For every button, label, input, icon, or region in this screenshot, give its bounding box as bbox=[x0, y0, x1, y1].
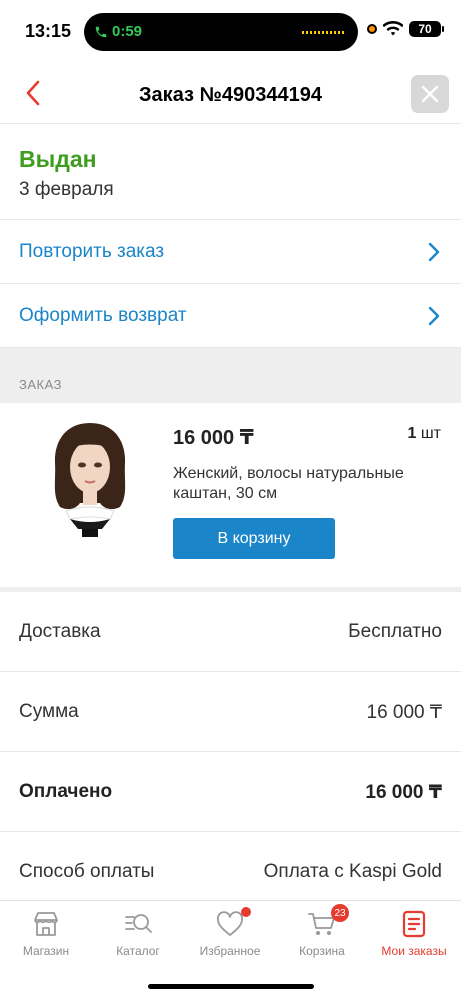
product-card: 16 000 ₸ 1 шт Женский, волосы натуральны… bbox=[0, 403, 461, 587]
quantity-unit: шт bbox=[420, 425, 441, 442]
wifi-icon bbox=[383, 21, 403, 37]
status-date: 3 февраля bbox=[19, 179, 114, 200]
product-image[interactable] bbox=[40, 419, 140, 539]
repeat-order-row[interactable]: Повторить заказ bbox=[0, 220, 461, 284]
cart-badge-count: 23 bbox=[331, 904, 349, 922]
sum-row: Сумма 16 000 ₸ bbox=[0, 672, 461, 752]
paid-row: Оплачено 16 000 ₸ bbox=[0, 752, 461, 832]
quantity-number: 1 bbox=[407, 425, 417, 442]
nav-item-catalog[interactable]: Каталог bbox=[92, 909, 184, 969]
chevron-right-icon bbox=[428, 242, 440, 262]
call-timer: 0:59 bbox=[112, 23, 143, 40]
paid-label: Оплачено bbox=[19, 781, 113, 802]
chevron-right-icon bbox=[428, 306, 440, 326]
phone-icon bbox=[95, 26, 107, 37]
status-time: 13:15 bbox=[25, 21, 72, 41]
nav-label-cart: Корзина bbox=[299, 944, 345, 958]
nav-item-store[interactable]: Магазин bbox=[0, 909, 92, 969]
section-title: ЗАКАЗ bbox=[19, 377, 62, 392]
add-to-cart-button[interactable]: В корзину bbox=[173, 518, 335, 559]
header: Заказ №490344194 bbox=[0, 62, 461, 124]
bottom-nav: Магазин Каталог Избранное 23 Корзина Мои… bbox=[0, 900, 461, 999]
payment-method-value: Оплата с Kaspi Gold bbox=[263, 861, 442, 882]
nav-item-favorites[interactable]: Избранное bbox=[184, 907, 276, 969]
battery-icon: 70 bbox=[409, 21, 444, 37]
close-icon bbox=[421, 85, 439, 103]
nav-label-catalog: Каталог bbox=[116, 944, 160, 958]
home-indicator[interactable] bbox=[148, 984, 314, 989]
delivery-row: Доставка Бесплатно bbox=[0, 592, 461, 672]
paid-value: 16 000 ₸ bbox=[365, 782, 442, 803]
audio-wave-icon bbox=[302, 31, 344, 34]
product-quantity: 1 шт bbox=[407, 425, 441, 443]
nav-label-my-orders: Мои заказы bbox=[381, 944, 447, 958]
payment-method-label: Способ оплаты bbox=[19, 861, 155, 882]
repeat-order-label: Повторить заказ bbox=[19, 241, 165, 262]
heart-icon bbox=[215, 907, 251, 939]
return-label: Оформить возврат bbox=[19, 305, 187, 326]
order-section-header: ЗАКАЗ bbox=[0, 348, 461, 403]
delivery-value: Бесплатно bbox=[348, 621, 442, 642]
dynamic-island[interactable]: 0:59 bbox=[84, 13, 358, 51]
nav-label-store: Магазин bbox=[22, 944, 70, 958]
product-price: 16 000 ₸ bbox=[173, 427, 254, 449]
product-name[interactable]: Женский, волосы натуральные каштан, 30 с… bbox=[173, 464, 423, 504]
close-button[interactable] bbox=[411, 75, 449, 113]
catalog-search-icon bbox=[123, 909, 153, 939]
delivery-label: Доставка bbox=[19, 621, 101, 642]
call-indicator: 0:59 bbox=[94, 23, 142, 40]
favorites-badge-dot bbox=[241, 907, 251, 917]
store-icon bbox=[31, 909, 61, 939]
nav-item-cart[interactable]: 23 Корзина bbox=[276, 904, 368, 969]
nav-item-my-orders[interactable]: Мои заказы bbox=[368, 909, 460, 969]
return-row[interactable]: Оформить возврат bbox=[0, 284, 461, 348]
sum-value: 16 000 ₸ bbox=[366, 702, 442, 723]
sum-label: Сумма bbox=[19, 701, 79, 722]
nav-label-favorites: Избранное bbox=[199, 944, 261, 958]
orders-icon bbox=[399, 909, 429, 939]
status-bar: 13:15 0:59 70 bbox=[0, 0, 461, 62]
status-indicators: 70 bbox=[367, 21, 444, 37]
order-status: Выдан 3 февраля bbox=[0, 124, 461, 220]
status-label: Выдан bbox=[19, 146, 97, 172]
privacy-dot-icon bbox=[367, 24, 377, 34]
cart-icon: 23 bbox=[307, 904, 349, 939]
page-title: Заказ №490344194 bbox=[139, 84, 322, 106]
